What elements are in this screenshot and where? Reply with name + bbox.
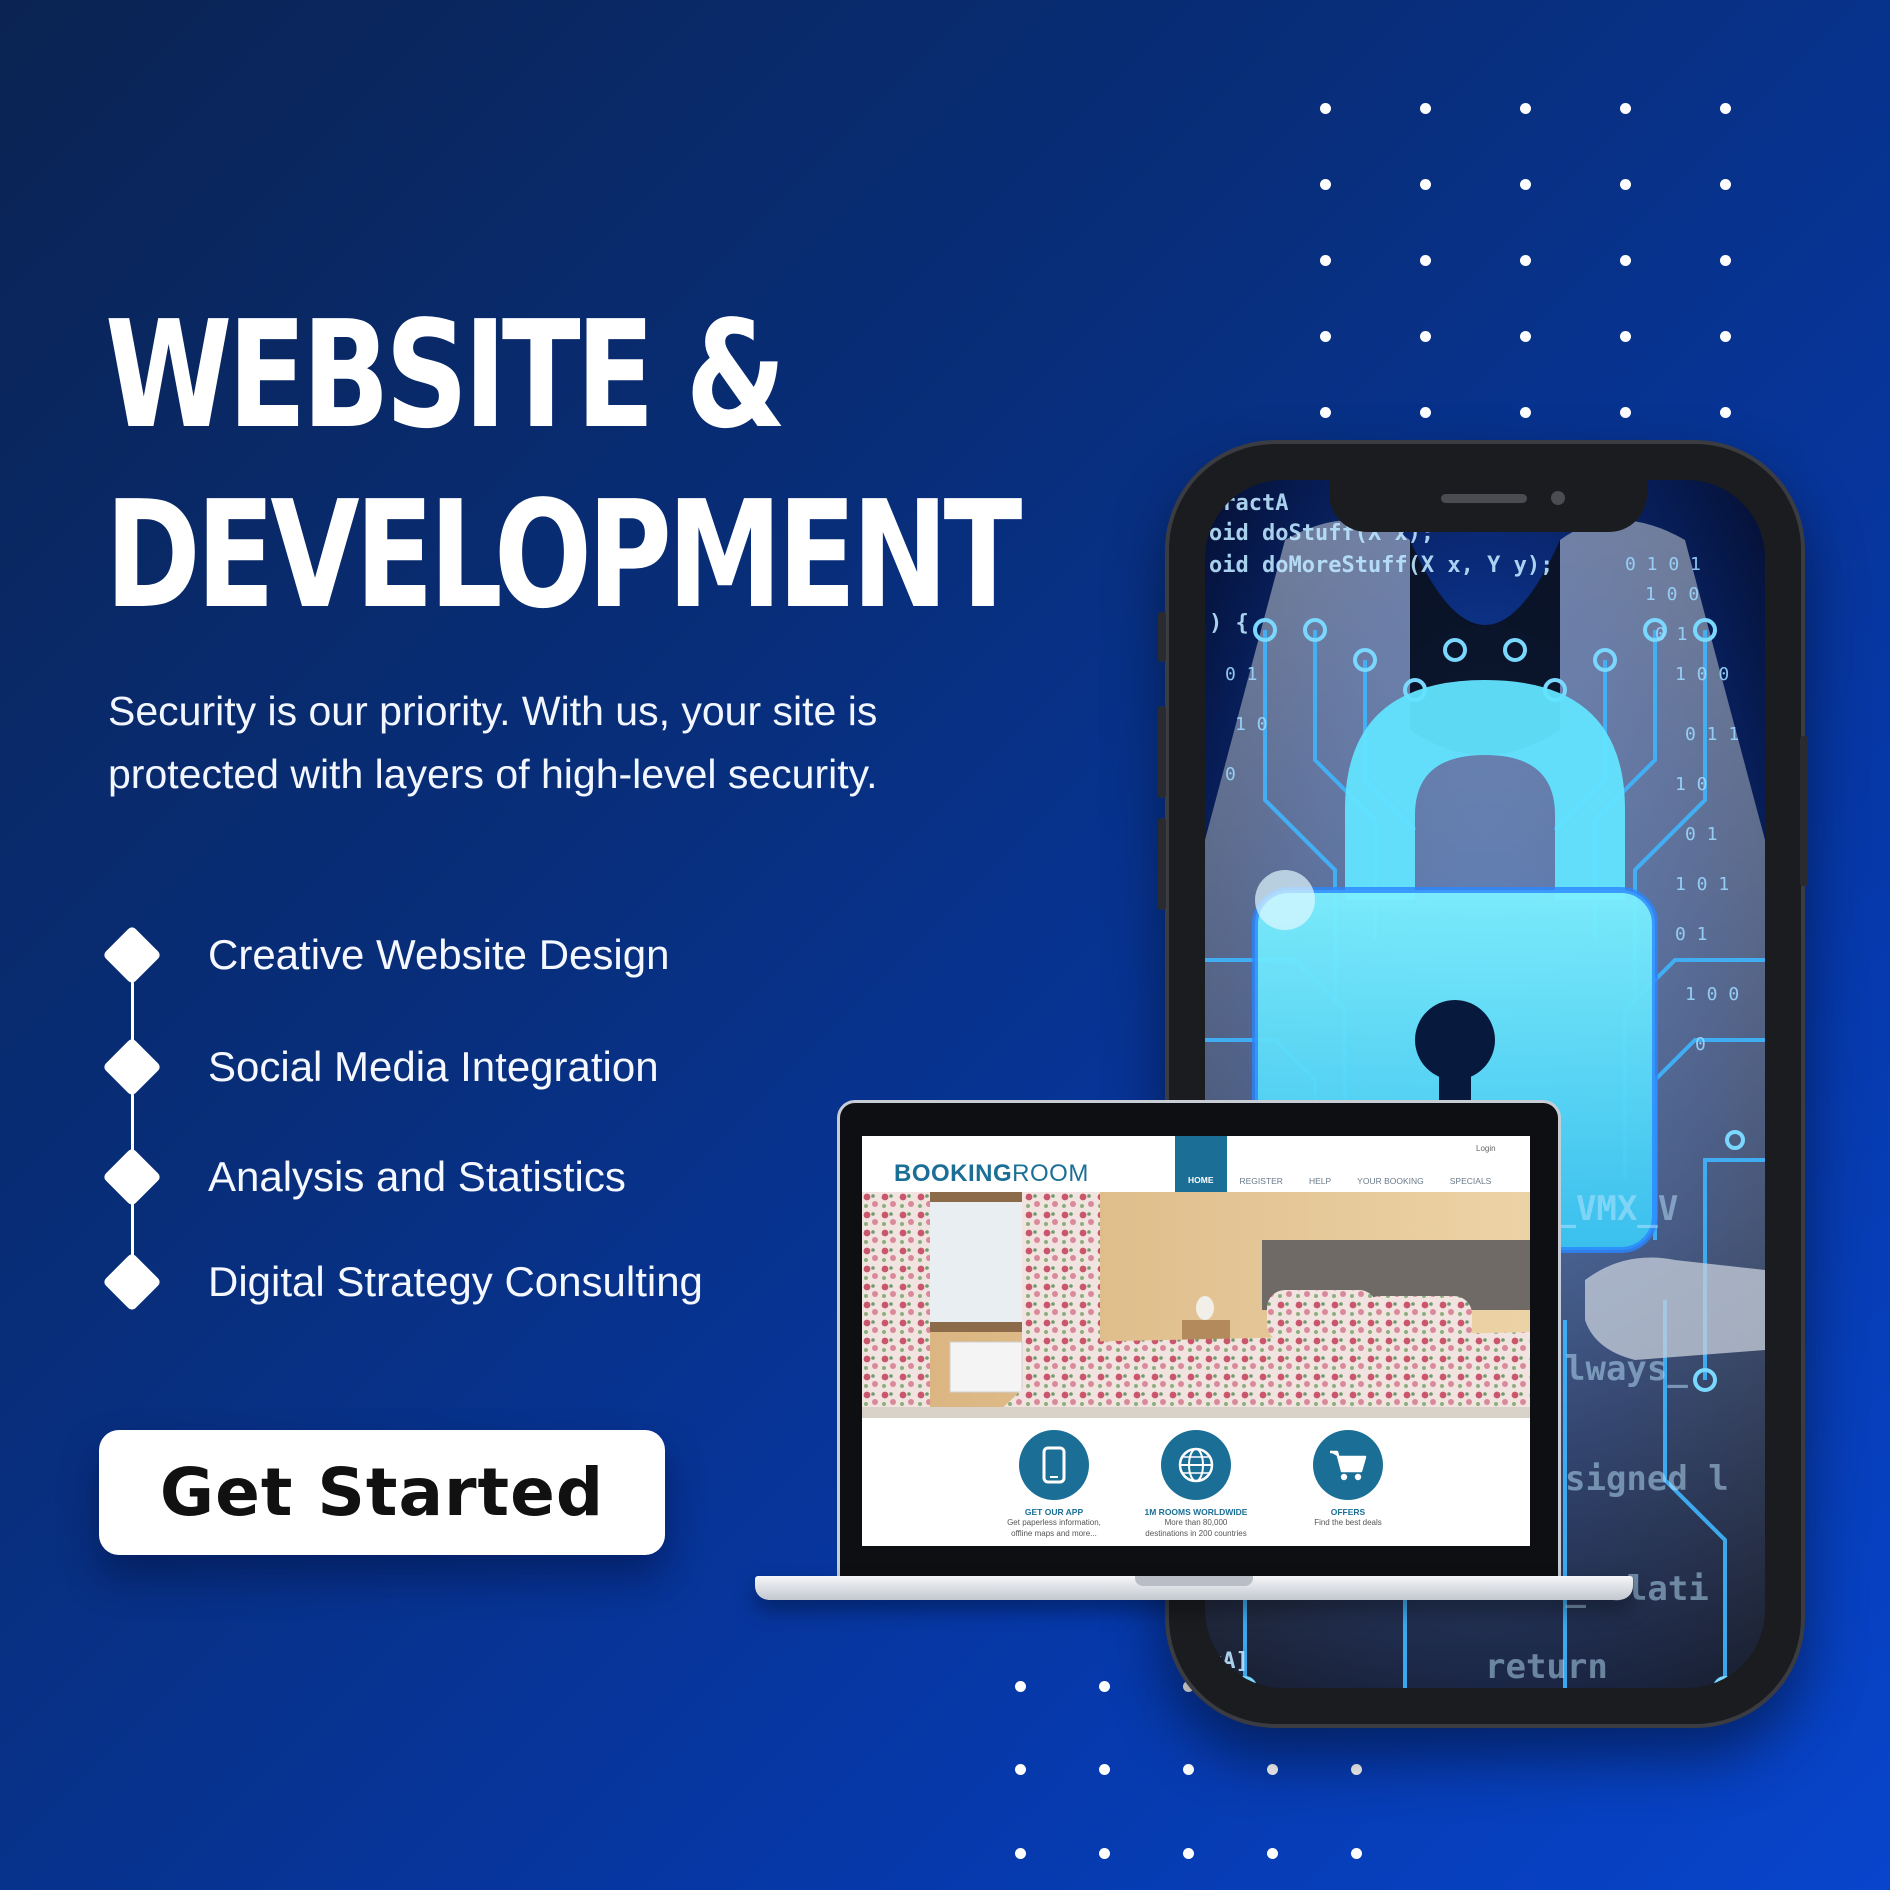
svg-text:0 1: 0 1 — [1655, 624, 1688, 645]
globe-icon — [1161, 1430, 1231, 1500]
svg-text:0 1 0 1: 0 1 0 1 — [1625, 554, 1701, 575]
code-line: tractA — [1209, 491, 1288, 516]
smartphone-icon — [1019, 1430, 1089, 1500]
site-feature-title: GET OUR APP — [1024, 1507, 1084, 1517]
site-feature-offers[interactable]: OFFERS Find the best deals — [1278, 1430, 1418, 1529]
site-nav-your-booking[interactable]: YOUR BOOKING — [1344, 1176, 1437, 1192]
laptop-lid: BOOKINGROOM Login HOME REGISTER HELP YOU… — [837, 1100, 1561, 1588]
svg-text:1 0 0: 1 0 0 — [1645, 584, 1699, 605]
phone-power-button — [1800, 736, 1808, 886]
site-feature-app[interactable]: GET OUR APP Get paperless information, o… — [984, 1430, 1124, 1539]
intro-text: Security is our priority. With us, your … — [108, 688, 878, 797]
feature-label: Digital Strategy Consulting — [208, 1258, 703, 1305]
svg-text:0 1: 0 1 — [1685, 824, 1718, 845]
code-line: oid doMoreStuff(X x, Y y); — [1209, 553, 1553, 578]
laptop-screen: BOOKINGROOM Login HOME REGISTER HELP YOU… — [862, 1136, 1530, 1546]
feature-item: Analysis and Statistics — [100, 1142, 626, 1212]
svg-text:1 0 1: 1 0 1 — [1675, 874, 1729, 895]
site-feature-desc: destinations in 200 countries — [1145, 1529, 1247, 1538]
headline-line-2: DEVELOPMENT — [105, 469, 1022, 641]
feature-list: Creative Website Design Social Media Int… — [100, 920, 800, 1320]
svg-text:1 0: 1 0 — [1675, 774, 1708, 795]
phone-speaker — [1441, 494, 1527, 503]
site-feature-title: 1M ROOMS WORLDWIDE — [1144, 1507, 1248, 1517]
decorative-dot-grid-top — [1275, 70, 1775, 450]
site-hero-bedroom-image — [862, 1192, 1530, 1418]
phone-volume-up-button — [1158, 706, 1166, 798]
laptop-base-notch — [1135, 1576, 1253, 1586]
svg-text:0 1: 0 1 — [1675, 924, 1708, 945]
laptop-mockup: BOOKINGROOM Login HOME REGISTER HELP YOU… — [755, 1100, 1635, 1605]
shopping-cart-icon — [1313, 1430, 1383, 1500]
site-feature-rooms[interactable]: 1M ROOMS WORLDWIDE More than 80,000 dest… — [1126, 1430, 1266, 1539]
site-nav-help[interactable]: HELP — [1296, 1176, 1344, 1192]
phone-notch — [1329, 474, 1647, 532]
code-line: ) { — [1209, 611, 1249, 636]
site-logo-bold: BOOKING — [894, 1160, 1013, 1187]
promo-poster: WEBSITE & DEVELOPMENT Security is our pr… — [0, 0, 1890, 1890]
feature-item: Digital Strategy Consulting — [100, 1247, 703, 1317]
svg-text:0: 0 — [1225, 764, 1236, 785]
svg-text:1 0: 1 0 — [1235, 714, 1268, 735]
site-nav-home[interactable]: HOME — [1175, 1136, 1227, 1192]
site-feature-desc: More than 80,000 — [1164, 1518, 1228, 1527]
site-nav-specials[interactable]: SPECIALS — [1437, 1176, 1505, 1192]
svg-text:0: 0 — [1695, 1034, 1706, 1055]
feature-label: Creative Website Design — [208, 931, 670, 978]
diamond-bullet-icon — [102, 1037, 162, 1097]
feature-label: Social Media Integration — [208, 1043, 659, 1090]
site-nav-register[interactable]: REGISTER — [1227, 1176, 1296, 1192]
headline-line-1: WEBSITE & — [105, 289, 786, 461]
feature-item: Creative Website Design — [100, 920, 669, 990]
svg-text:1 0 0: 1 0 0 — [1685, 984, 1739, 1005]
headline: WEBSITE & DEVELOPMENT — [105, 285, 1022, 645]
phone-volume-down-button — [1158, 818, 1166, 910]
diamond-bullet-icon — [102, 1252, 162, 1312]
site-nav: HOME REGISTER HELP YOUR BOOKING SPECIALS — [1175, 1136, 1504, 1192]
diamond-bullet-icon — [102, 925, 162, 985]
site-features: GET OUR APP Get paperless information, o… — [862, 1418, 1530, 1546]
feature-item: Social Media Integration — [100, 1032, 659, 1102]
code-line: return — [1485, 1647, 1608, 1687]
site-feature-desc: Get paperless information, — [1007, 1518, 1101, 1527]
feature-label: Analysis and Statistics — [208, 1153, 626, 1200]
camera-icon — [1551, 491, 1565, 505]
site-feature-desc: offline maps and more... — [1011, 1529, 1097, 1538]
site-header: BOOKINGROOM Login HOME REGISTER HELP YOU… — [862, 1136, 1530, 1192]
get-started-button[interactable]: Get Started — [99, 1430, 665, 1555]
feature-connector-line — [131, 950, 134, 1290]
code-line: xA] — [1209, 1649, 1249, 1674]
phone-side-button — [1158, 612, 1166, 662]
site-logo-light: ROOM — [1012, 1160, 1089, 1187]
bedroom-photo — [862, 1192, 1530, 1418]
site-feature-title: OFFERS — [1330, 1507, 1366, 1517]
diamond-bullet-icon — [102, 1147, 162, 1207]
svg-text:0 1 1: 0 1 1 — [1685, 724, 1739, 745]
svg-text:0 1: 0 1 — [1225, 664, 1258, 685]
site-feature-desc: Find the best deals — [1314, 1518, 1382, 1527]
site-logo[interactable]: BOOKINGROOM — [894, 1160, 1089, 1188]
svg-text:1 0 0: 1 0 0 — [1675, 664, 1729, 685]
